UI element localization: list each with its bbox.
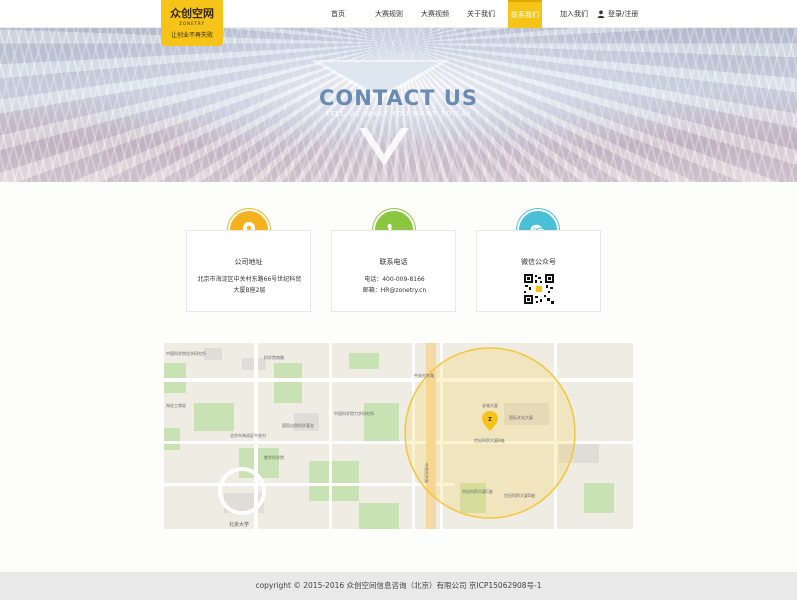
map-label: 中关村大街 — [424, 463, 429, 483]
banner-subtitle: TELL US WHAT YOU WANT TO SAY — [325, 110, 472, 118]
site-footer: copyright © 2015-2016 众创空间信息咨询（北京）有限公司 京… — [0, 572, 797, 600]
site-logo[interactable]: 众创空网 ZONETRY 让创业不再失败 — [161, 0, 223, 46]
phone-number[interactable]: 电话：400-009-8166 — [340, 274, 449, 285]
nav-item-join[interactable]: 加入我们 — [550, 0, 598, 28]
map-label: 世纪科贸大厦B座 — [474, 438, 505, 443]
address-card: 公司地址 北京市海淀区中关村东路66号世纪科贸 大厦B座2层 — [186, 230, 311, 312]
map-label: 科学院南路 — [264, 355, 284, 360]
nav-item-rules[interactable]: 大赛规则 — [366, 0, 412, 28]
address-text: 北京市海淀区中关村东路66号世纪科贸 大厦B座2层 — [195, 274, 304, 296]
phone-title: 联系电话 — [379, 258, 408, 266]
map-label: 国家自然科学基金 — [282, 423, 314, 428]
map-label: 世纪科贸大厦C座 — [462, 489, 493, 494]
logo-brand: 众创空网 — [170, 7, 214, 20]
logo-sub: ZONETRY — [179, 21, 205, 26]
banner-title: CONTACT US — [318, 86, 478, 110]
logo-slogan: 让创业不再失败 — [170, 32, 213, 39]
nav-item-contact[interactable]: 联系我们 — [508, 0, 542, 28]
phone-card: 联系电话 电话：400-009-8166 邮箱：HR@zonetry.cn — [331, 230, 456, 312]
map-label: 国际文化大厦 — [509, 415, 533, 420]
map-label: 中关村东路 — [414, 373, 434, 378]
map-label: 数学科学院 — [264, 455, 284, 460]
nav-item-about[interactable]: 关于我们 — [458, 0, 504, 28]
address-title: 公司地址 — [234, 258, 263, 266]
address-line-1: 北京市海淀区中关村东路66号世纪科贸 — [197, 276, 302, 283]
qr-code-icon — [524, 274, 554, 304]
chevron-down-icon — [359, 128, 409, 166]
copyright-text: copyright © 2015-2016 众创空间信息咨询（北京）有限公司 京… — [255, 581, 542, 590]
location-map[interactable]: Z 中国科学院化学研究所 北京市海淀区中关村 科学院南路 中关村大街 国际文化大… — [164, 343, 633, 529]
phone-text: 电话：400-009-8166 邮箱：HR@zonetry.cn — [340, 274, 449, 296]
wechat-title: 微信公众号 — [521, 258, 556, 266]
svg-text:Z: Z — [488, 417, 492, 423]
login-link[interactable]: 登录/注册 — [597, 0, 638, 28]
address-line-2: 大厦B座2层 — [233, 287, 266, 294]
map-label: 中国科学院化学研究所 — [166, 351, 206, 356]
contact-banner: CONTACT US TELL US WHAT YOU WANT TO SAY — [0, 28, 797, 182]
main-nav: 首页 大赛规则 大赛视频 关于我们 联系我们 加入我们 — [322, 0, 598, 28]
map-label: 海淀工商局 — [166, 403, 186, 408]
map-label: 中国科学院力学研究所 — [334, 411, 374, 416]
nav-item-videos[interactable]: 大赛视频 — [412, 0, 458, 28]
login-label: 登录/注册 — [608, 10, 639, 18]
email-address[interactable]: 邮箱：HR@zonetry.cn — [340, 285, 449, 296]
map-label: 北京大学 — [229, 522, 250, 528]
nav-item-home[interactable]: 首页 — [322, 0, 354, 28]
map-label: 北京市海淀区中关村 — [230, 433, 266, 438]
map-label: 长城大厦 — [482, 403, 498, 408]
site-header: 众创空网 ZONETRY 让创业不再失败 首页 大赛规则 大赛视频 关于我们 联… — [0, 0, 797, 46]
wechat-card: 微信公众号 — [476, 230, 601, 312]
user-icon — [597, 10, 605, 18]
map-label: 世纪科贸大厦D座 — [504, 493, 536, 498]
